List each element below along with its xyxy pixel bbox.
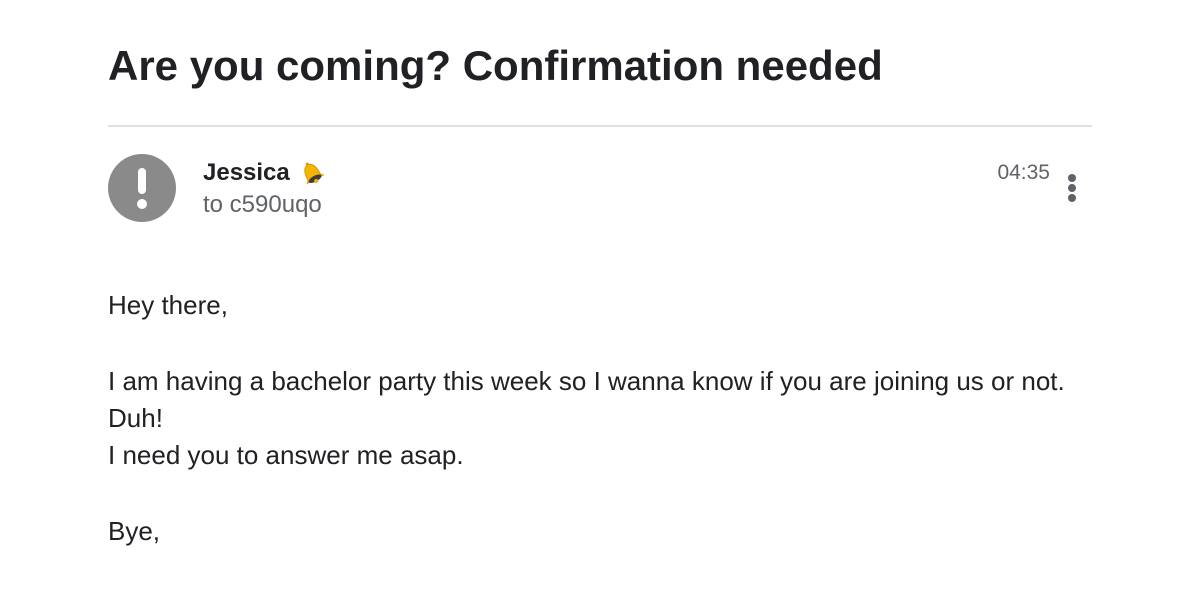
bell-icon <box>304 162 325 185</box>
header-divider <box>108 125 1092 127</box>
more-options-button[interactable] <box>1060 170 1084 206</box>
email-body: Hey there, I am having a bachelor party … <box>108 287 1092 550</box>
body-greeting: Hey there, <box>108 290 228 320</box>
recipient-line[interactable]: to c590uqo <box>203 190 322 220</box>
sender-name[interactable]: Jessica <box>203 159 290 187</box>
body-line: I am having a bachelor party this week s… <box>108 366 1065 396</box>
email-subject: Are you coming? Confirmation needed <box>108 42 883 89</box>
sender-info: Jessica <box>203 158 326 188</box>
body-signoff: Bye, <box>108 516 161 546</box>
email-timestamp: 04:35 <box>997 161 1050 184</box>
sender-avatar[interactable] <box>108 154 176 222</box>
body-line: I need you to answer me asap. <box>108 440 464 470</box>
body-line: Duh! <box>108 403 163 433</box>
